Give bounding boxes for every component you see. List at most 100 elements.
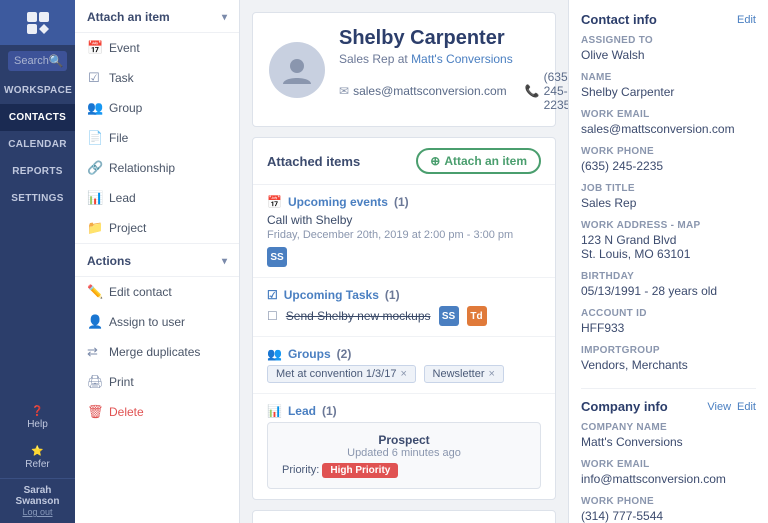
field-company-email: Work Email info@mattsconversion.com — [581, 459, 756, 486]
upcoming-tasks-label: Upcoming Tasks — [284, 288, 379, 302]
attach-section-title: Attach an item — [87, 10, 170, 24]
attach-project-item[interactable]: 📁 Project — [75, 213, 239, 243]
sidebar-item-reports[interactable]: REPORTS — [0, 158, 75, 185]
attach-group-item[interactable]: 👥 Group — [75, 93, 239, 123]
task-badge-ss: SS — [439, 306, 459, 326]
account-id-value: HFF933 — [581, 321, 756, 335]
logout-link[interactable]: Log out — [4, 507, 71, 517]
attach-relationship-item[interactable]: 🔗 Relationship — [75, 153, 239, 183]
print-action[interactable]: 🖨 Print — [75, 367, 239, 397]
event-icon: 📅 — [87, 40, 101, 56]
group-tag-1-text: Newsletter — [433, 368, 485, 380]
assign-user-label: Assign to user — [109, 315, 185, 329]
sidebar-item-settings[interactable]: SETTINGS — [0, 185, 75, 212]
actions-chevron-icon: ▾ — [222, 256, 227, 267]
upcoming-events-label: Upcoming events — [288, 195, 388, 209]
company-phone-label: Work Phone — [581, 496, 756, 507]
attach-relationship-label: Relationship — [109, 161, 175, 175]
attach-section: Attach an item ▾ 📅 Event ☑ Task 👥 Group … — [75, 0, 239, 243]
job-title-value: Sales Rep — [581, 196, 756, 210]
edit-contact-label: Edit contact — [109, 285, 172, 299]
company-info-actions: View Edit — [707, 401, 756, 413]
sidebar-logo[interactable] — [0, 0, 75, 45]
delete-action[interactable]: 🗑 Delete — [75, 397, 239, 427]
refer-button[interactable]: ⭐ Refer — [0, 438, 75, 478]
actions-section-title: Actions — [87, 254, 131, 268]
assign-icon: 👤 — [87, 314, 101, 330]
name-label: Name — [581, 72, 756, 83]
group-tag-1-remove[interactable]: × — [489, 368, 495, 380]
field-work-phone: Work Phone (635) 245-2235 — [581, 146, 756, 173]
company-edit-link[interactable]: Edit — [737, 401, 756, 413]
left-panel: Attach an item ▾ 📅 Event ☑ Task 👥 Group … — [75, 0, 240, 523]
company-view-link[interactable]: View — [707, 401, 731, 413]
lead-count: (1) — [322, 404, 337, 418]
company-link[interactable]: Matt's Conversions — [411, 52, 513, 66]
event-date: Friday, December 20th, 2019 at 2:00 pm -… — [267, 229, 541, 241]
company-email-label: Work Email — [581, 459, 756, 470]
print-icon: 🖨 — [87, 374, 101, 390]
main-content: Shelby Carpenter Sales Rep at Matt's Con… — [240, 0, 568, 523]
attach-section-header[interactable]: Attach an item ▾ — [75, 0, 239, 33]
company-info-title: Company info — [581, 399, 668, 414]
contact-info-header: Contact info Edit — [581, 12, 756, 27]
sidebar-user-name: Sarah Swanson — [4, 485, 71, 507]
assign-user-action[interactable]: 👤 Assign to user — [75, 307, 239, 337]
upcoming-tasks-count: (1) — [385, 288, 400, 302]
attach-lead-label: Lead — [109, 191, 136, 205]
lead-small-icon: 📊 — [267, 404, 282, 418]
group-tag-1: Newsletter × — [424, 365, 504, 383]
edit-icon: ✏️ — [87, 284, 101, 300]
help-button[interactable]: ❓ Help — [0, 398, 75, 438]
sidebar-user: Sarah Swanson Log out — [0, 478, 75, 523]
merge-duplicates-action[interactable]: ⇄ Merge duplicates — [75, 337, 239, 367]
attach-lead-item[interactable]: 📊 Lead — [75, 183, 239, 213]
sidebar-nav: WORKSPACE CONTACTS CALENDAR REPORTS SETT… — [0, 77, 75, 212]
attach-event-item[interactable]: 📅 Event — [75, 33, 239, 63]
contact-info-edit-link[interactable]: Edit — [737, 14, 756, 26]
lead-card: Prospect Updated 6 minutes ago Priority:… — [267, 422, 541, 489]
task-checkbox-icon: ☐ — [267, 309, 278, 323]
help-icon: ❓ — [31, 406, 43, 417]
task-icon: ☑ — [87, 70, 101, 86]
refer-icon: ⭐ — [31, 446, 43, 457]
contact-role: Sales Rep at Matt's Conversions — [339, 52, 568, 66]
groups-section: 👥 Groups (2) Met at convention 1/3/17 × … — [253, 337, 555, 394]
work-email-value: sales@mattsconversion.com — [581, 122, 756, 136]
lead-icon: 📊 — [87, 190, 101, 206]
contact-header: Shelby Carpenter Sales Rep at Matt's Con… — [252, 12, 556, 127]
attach-item-button[interactable]: ⊕ Attach an item — [416, 148, 541, 174]
work-address-label: Work Address - map — [581, 220, 756, 231]
attach-file-item[interactable]: 📄 File — [75, 123, 239, 153]
edit-contact-action[interactable]: ✏️ Edit contact — [75, 277, 239, 307]
actions-section-header[interactable]: Actions ▾ — [75, 244, 239, 277]
assigned-to-value: Olive Walsh — [581, 48, 756, 62]
attach-event-label: Event — [109, 41, 140, 55]
sidebar-item-workspace[interactable]: WORKSPACE — [0, 77, 75, 104]
task-small-icon: ☑ — [267, 288, 278, 302]
groups-label: Groups — [288, 347, 331, 361]
birthday-value: 05/13/1991 - 28 years old — [581, 284, 756, 298]
email-icon: ✉ — [339, 84, 349, 98]
lead-card-title: Prospect — [282, 433, 526, 447]
groups-small-icon: 👥 — [267, 347, 282, 361]
field-birthday: Birthday 05/13/1991 - 28 years old — [581, 271, 756, 298]
lead-card-updated: Updated 6 minutes ago — [282, 447, 526, 459]
lead-priority-badge: High Priority — [322, 463, 398, 478]
name-value: Shelby Carpenter — [581, 85, 756, 99]
lead-priority-label: Priority: — [282, 464, 319, 476]
field-assigned-to: Assigned to Olive Walsh — [581, 35, 756, 62]
search-button[interactable]: Search 🔍 — [8, 51, 67, 71]
assigned-to-label: Assigned to — [581, 35, 756, 46]
group-tag-0-remove[interactable]: × — [400, 368, 406, 380]
lead-priority-row: Priority: High Priority — [282, 463, 526, 478]
sidebar-item-calendar[interactable]: CALENDAR — [0, 131, 75, 158]
account-id-label: Account ID — [581, 308, 756, 319]
sidebar-item-contacts[interactable]: CONTACTS — [0, 104, 75, 131]
field-company-phone: Work Phone (314) 777-5544 — [581, 496, 756, 523]
help-label: Help — [27, 419, 48, 430]
contact-avatar — [269, 42, 325, 98]
attach-task-item[interactable]: ☑ Task — [75, 63, 239, 93]
sidebar: Search 🔍 WORKSPACE CONTACTS CALENDAR REP… — [0, 0, 75, 523]
contact-info-title: Contact info — [581, 12, 657, 27]
